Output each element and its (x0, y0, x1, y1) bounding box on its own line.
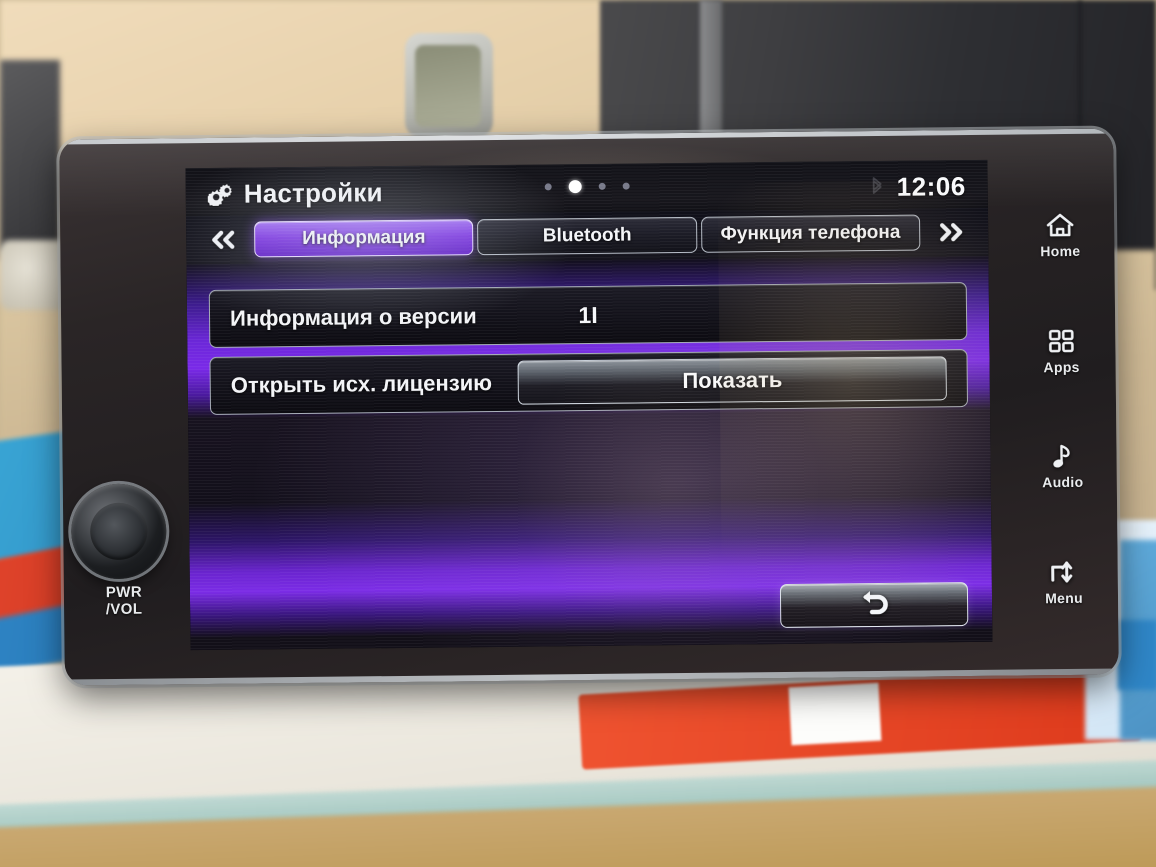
audio-icon (1045, 441, 1079, 471)
power-volume-label-line1: PWR (105, 583, 143, 602)
hardkey-column: Home Apps Audio Menu (1005, 128, 1119, 675)
row-open-source-license[interactable]: Открыть исх. лицензию Показать (209, 349, 969, 415)
knob-column: PWR /VOL (59, 138, 185, 685)
power-volume-knob[interactable] (70, 483, 167, 580)
power-volume-label-line2: /VOL (105, 600, 143, 619)
back-arrow-icon (851, 587, 897, 622)
row-open-source-license-label: Открыть исх. лицензию (230, 370, 493, 398)
settings-list: Информация о версии 1I Открыть исх. лице… (208, 282, 969, 415)
clock: 12:06 (896, 170, 966, 202)
chevron-double-right-icon[interactable] (924, 221, 978, 244)
hardkey-apps-label: Apps (1043, 358, 1080, 375)
tab-informacia[interactable]: Информация (254, 219, 474, 258)
status-bar-right: 12:06 (870, 171, 966, 203)
power-volume-label: PWR /VOL (64, 583, 184, 618)
home-icon (1043, 210, 1077, 240)
back-button[interactable] (779, 582, 969, 629)
settings-content: Информация о версии 1I Открыть исх. лице… (186, 255, 993, 651)
background-right-blue-2 (1118, 620, 1156, 690)
hardkey-menu-label: Menu (1045, 589, 1083, 606)
show-license-button[interactable]: Показать (517, 356, 947, 405)
menu-icon (1047, 557, 1081, 587)
hardkey-audio-label: Audio (1042, 474, 1084, 491)
apps-icon (1044, 326, 1078, 356)
tab-bluetooth[interactable]: Bluetooth (477, 216, 698, 256)
hardkey-home-label: Home (1040, 243, 1081, 260)
lcd-screen[interactable]: Настройки 12:06 Информация Bluetooth Фун… (185, 159, 993, 651)
page-title: Настройки (243, 176, 383, 209)
row-version-information-label: Информация о версии (229, 303, 477, 331)
car-head-unit: PWR /VOL Настройки 12:06 Информация Blue… (59, 128, 1119, 686)
bluetooth-icon (870, 176, 885, 198)
row-version-information[interactable]: Информация о версии 1I (208, 282, 968, 348)
hardkey-home[interactable]: Home (1013, 210, 1108, 260)
chevron-double-left-icon[interactable] (196, 229, 250, 252)
background-label-chip (788, 682, 882, 746)
hardkey-menu[interactable]: Menu (1017, 556, 1112, 606)
page-dot-4 (622, 182, 630, 190)
page-dot-2 (568, 180, 582, 194)
hardkey-audio[interactable]: Audio (1015, 441, 1110, 491)
page-dot-1 (544, 183, 552, 191)
hardkey-apps[interactable]: Apps (1014, 325, 1109, 375)
settings-gear-icon (206, 182, 238, 208)
background-timer-lcd (415, 45, 481, 127)
settings-tab-bar: Информация Bluetooth Функция телефона (185, 207, 989, 265)
page-dot-3 (598, 182, 606, 190)
tab-phone-function[interactable]: Функция телефона (700, 214, 921, 253)
background-dark-object (0, 60, 60, 260)
